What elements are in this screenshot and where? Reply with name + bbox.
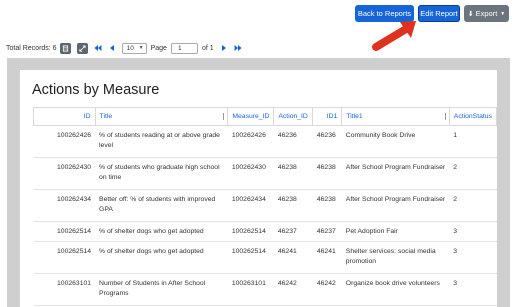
cell-measure-id: 100262430 <box>227 157 274 190</box>
cell-measure-id: 100262434 <box>227 189 274 222</box>
table-row: 100262514 % of shelter dogs who get adop… <box>33 221 497 242</box>
caret-down-icon: ▼ <box>500 10 506 17</box>
cell-measure-id: 100263101 <box>227 273 274 306</box>
column-header-action-id[interactable]: Action_ID <box>273 107 314 126</box>
cell-id: 100262514 <box>33 221 96 242</box>
cell-id: 100262430 <box>33 157 96 190</box>
cell-id: 100262426 <box>33 125 96 158</box>
column-header-title[interactable]: Title <box>94 107 229 126</box>
cell-id: 100262434 <box>33 189 96 222</box>
cell-id: 100262514 <box>33 241 96 274</box>
cell-action-status: 3 <box>449 221 497 242</box>
export-label: Export <box>475 9 498 18</box>
cell-action-status: 3 <box>449 273 497 306</box>
column-resize-handle[interactable] <box>444 113 446 120</box>
cell-action-status: 2 <box>449 157 497 190</box>
cell-title1: Community Book Drive <box>341 125 450 158</box>
export-button[interactable]: ⬇ Export ▼ <box>464 5 509 22</box>
red-arrow-annotation <box>372 21 416 51</box>
cell-measure-id: 100262514 <box>227 221 274 242</box>
cell-action-id: 46237 <box>273 221 313 242</box>
table-row: 100262426 % of students reading at or ab… <box>33 125 497 158</box>
cell-action-id: 46238 <box>273 189 313 222</box>
download-icon: ⬇ <box>467 10 474 18</box>
report-page: Actions by Measure ID Title Measure_ID A… <box>20 70 498 307</box>
table-row: 100262430 % of students who graduate hig… <box>33 157 497 190</box>
next-page-icon[interactable] <box>220 44 228 52</box>
cell-action-status: 2 <box>449 189 497 222</box>
report-table: ID Title Measure_ID Action_ID ID1 Title1… <box>33 107 498 306</box>
cell-id1: 46238 <box>312 189 342 222</box>
column-resize-handle[interactable] <box>223 113 225 120</box>
total-records: Total Records: 6 <box>6 44 57 52</box>
page-size-select[interactable]: 10 ▼ <box>121 42 147 54</box>
document-icon[interactable] <box>59 42 71 54</box>
cell-action-id: 46238 <box>273 157 313 190</box>
report-title: Actions by Measure <box>32 82 160 98</box>
cell-title: % of students reading at or above grade … <box>95 125 228 158</box>
chevron-down-icon: ▼ <box>138 45 144 51</box>
cell-title1: Shelter services: social media promotion <box>341 241 450 274</box>
report-toolbar: Total Records: 6 10 ▼ Page 1 of 1 <box>0 40 242 56</box>
column-header-measure-id[interactable]: Measure_ID <box>227 107 275 126</box>
cell-measure-id: 100262514 <box>227 241 274 274</box>
table-header-row: ID Title Measure_ID Action_ID ID1 Title1… <box>33 107 498 126</box>
cell-title1: After School Program Fundraiser <box>341 189 450 222</box>
column-header-title1[interactable]: Title1 <box>341 107 450 126</box>
last-page-icon[interactable] <box>234 44 242 52</box>
cell-id1: 46237 <box>312 221 342 242</box>
table-row: 100263101 Number of Students in After Sc… <box>33 273 497 306</box>
cell-title: % of students who graduate high school o… <box>95 157 228 190</box>
page-count: of 1 <box>201 44 214 52</box>
cell-id1: 46238 <box>312 157 342 190</box>
table-row: 100262434 Better off: % of students with… <box>33 189 497 222</box>
cell-title: Number of Students in After School Progr… <box>95 273 228 306</box>
cell-title1: Organize book drive volunteers <box>341 273 450 306</box>
column-header-action-status[interactable]: ActionStatus <box>448 107 498 126</box>
page-number-input[interactable]: 1 <box>170 42 198 54</box>
cell-title1: Pet Adoption Fair <box>341 221 450 242</box>
cell-id1: 46241 <box>312 241 342 274</box>
expand-icon[interactable] <box>76 42 88 54</box>
column-header-id1[interactable]: ID1 <box>312 107 343 126</box>
cell-title1: After School Program Fundraiser <box>341 157 450 190</box>
page-label: Page <box>150 44 167 52</box>
first-page-icon[interactable] <box>94 44 102 52</box>
table-row: 100262514 % of shelter dogs who get adop… <box>33 241 497 274</box>
cell-title: Better off: % of students with improved … <box>95 189 228 222</box>
cell-action-status: 1 <box>449 125 497 158</box>
cell-id: 100263101 <box>33 273 96 306</box>
previous-page-icon[interactable] <box>108 44 116 52</box>
cell-action-id: 46236 <box>273 125 313 158</box>
cell-title: % of shelter dogs who get adopted <box>95 221 228 242</box>
cell-id1: 46242 <box>312 273 342 306</box>
cell-measure-id: 100262426 <box>227 125 274 158</box>
cell-action-id: 46242 <box>273 273 313 306</box>
cell-title: % of shelter dogs who get adopted <box>95 241 228 274</box>
cell-action-id: 46241 <box>273 241 313 274</box>
cell-id1: 46236 <box>312 125 342 158</box>
cell-action-status: 3 <box>449 241 497 274</box>
column-header-id[interactable]: ID <box>33 107 96 126</box>
